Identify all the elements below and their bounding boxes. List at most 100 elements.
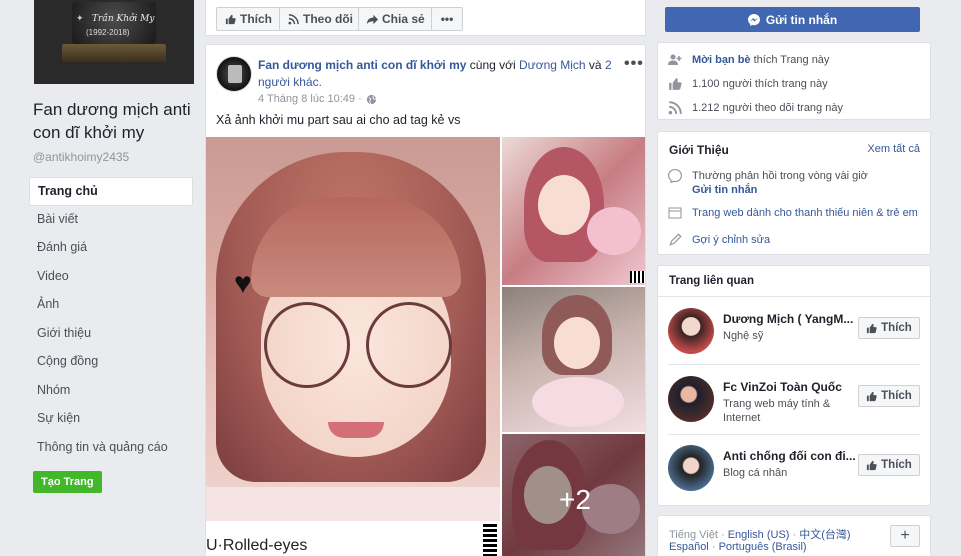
post-photo-thumb-2[interactable] (502, 287, 645, 432)
thumbs-up-gray-icon (669, 78, 682, 90)
rss-gray-icon (668, 101, 682, 115)
post-photo-thumb-3[interactable]: +2 (502, 434, 645, 556)
related-like-label: Thích (881, 459, 912, 471)
language-link[interactable]: Español (669, 541, 709, 553)
related-page-category: Trang web máy tính & Internet (723, 398, 831, 424)
language-link[interactable]: Português (Brasil) (719, 541, 807, 553)
post-author-avatar[interactable] (216, 56, 252, 92)
language-list-2: Español · Português (Brasil) (669, 541, 807, 553)
nav-item-groups[interactable]: Nhóm (29, 377, 193, 406)
more-dots-icon: ••• (440, 12, 454, 26)
response-time-text: Thường phản hồi trong vòng vài giờ (692, 170, 868, 182)
page-cover-photo[interactable]: ✦ Trần Khởi My (1992-2018) (34, 0, 194, 84)
post-tagged-link[interactable]: Dương Mịch (519, 58, 586, 72)
suggest-edit-link[interactable]: Gợi ý chỉnh sửa (692, 233, 770, 247)
nav-item-about[interactable]: Giới thiệu (29, 320, 193, 349)
nav-item-info-ads[interactable]: Thông tin và quảng cáo (29, 434, 193, 463)
follows-count-text: 1.212 người theo dõi trang này (692, 102, 843, 114)
more-options-button[interactable]: ••• (431, 7, 463, 31)
post-time-text: 4 Tháng 8 lúc 10:49 · (258, 93, 362, 105)
nav-item-posts[interactable]: Bài viết (29, 206, 193, 235)
nav-item-events[interactable]: Sự kiện (29, 405, 193, 434)
share-button[interactable]: Chia sẻ (358, 7, 434, 31)
about-card: Giới Thiệu Xem tất cả Thường phản hồi tr… (657, 131, 931, 255)
post-author-link[interactable]: Fan dương mịch anti con dĩ khởi my (258, 58, 466, 72)
nav-item-home[interactable]: Trang chủ (29, 177, 193, 206)
category-row: Trang web dành cho thanh thiếu niên & tr… (668, 206, 918, 220)
related-page-name[interactable]: Anti chống đối con đi... (723, 449, 858, 463)
post-and-text: và (585, 58, 605, 72)
related-page-name[interactable]: Dương Mịch ( YangM... (723, 312, 858, 326)
more-photos-overlay[interactable]: +2 (502, 434, 645, 556)
related-page-category: Blog cá nhân (723, 467, 788, 479)
cover-plaque-base (62, 44, 166, 62)
more-languages-button[interactable]: + (890, 525, 920, 547)
language-list-1: Tiếng Việt · English (US) · 中文(台灣) (669, 529, 851, 541)
send-message-button[interactable]: Gửi tin nhắn (665, 7, 920, 32)
thumbs-up-icon (867, 460, 877, 470)
about-see-all-link[interactable]: Xem tất cả (867, 143, 920, 155)
about-send-message-link[interactable]: Gửi tin nhắn (692, 183, 868, 197)
qr-code-icon (483, 522, 497, 556)
send-message-label: Gửi tin nhắn (765, 12, 838, 27)
nav-item-reviews[interactable]: Đánh giá (29, 234, 193, 263)
related-page-name[interactable]: Fc VinZoi Toàn Quốc (723, 380, 858, 394)
invite-friends-row[interactable]: Mời bạn bè thích Trang này (668, 53, 829, 67)
pencil-icon (669, 233, 682, 246)
page-action-bar: Thích Theo dõi Chia sẻ ••• (205, 0, 646, 36)
language-link[interactable]: English (US) (728, 529, 790, 541)
thumbs-up-icon (867, 323, 877, 333)
like-page-button[interactable]: Thích (216, 7, 281, 31)
thumbs-up-icon (867, 391, 877, 401)
page-title[interactable]: Fan dương mịch anti con dĩ khởi my (33, 98, 198, 144)
related-page-item: Dương Mịch ( YangM... Nghệ sỹ Thích (668, 308, 922, 368)
invite-friends-text: thích Trang này (750, 54, 830, 66)
likes-count-row: 1.100 người thích trang này (668, 77, 828, 91)
category-link[interactable]: Trang web dành cho thanh thiếu niên & tr… (692, 206, 918, 220)
page-nav: Trang chủ Bài viết Đánh giá Video Ảnh Gi… (29, 177, 193, 462)
related-page-item: Fc VinZoi Toàn Quốc Trang web máy tính &… (668, 376, 922, 436)
post-options-icon[interactable]: ••• (624, 55, 644, 73)
language-card: Tiếng Việt · English (US) · 中文(台灣) Españ… (657, 515, 931, 556)
create-page-button[interactable]: Tạo Trang (33, 471, 102, 493)
cover-emblem: ✦ (76, 13, 84, 23)
related-page-avatar[interactable] (668, 445, 714, 491)
related-like-label: Thích (881, 322, 912, 334)
nav-item-videos[interactable]: Video (29, 263, 193, 292)
messenger-gray-icon (668, 169, 682, 183)
likes-count-text: 1.100 người thích trang này (692, 78, 828, 90)
post-photo-thumb-1[interactable] (502, 137, 645, 285)
related-page-avatar[interactable] (668, 376, 714, 422)
related-like-label: Thích (881, 390, 912, 402)
cover-dates: (1992-2018) (86, 28, 130, 37)
nav-item-photos[interactable]: Ảnh (29, 291, 193, 320)
post-photo-main[interactable]: ♥ U·Rolled-eyes (206, 137, 500, 556)
photo-caption: U·Rolled-eyes (206, 537, 308, 554)
related-like-button[interactable]: Thích (858, 317, 920, 339)
invite-users-icon (668, 54, 682, 65)
related-page-avatar[interactable] (668, 308, 714, 354)
related-pages-card: Trang liên quan Dương Mịch ( YangM... Ng… (657, 265, 931, 506)
page-stats-card: Mời bạn bè thích Trang này 1.100 người t… (657, 42, 931, 120)
follow-label: Theo dõi (303, 12, 353, 26)
cover-caption: Trần Khởi My (92, 14, 155, 24)
pig-plush (587, 207, 641, 255)
post-with-text: cùng với (466, 58, 519, 72)
related-pages-title: Trang liên quan (669, 275, 754, 287)
related-like-button[interactable]: Thích (858, 454, 920, 476)
post-text: Xả ảnh khởi mu part sau ai cho ad tag kẻ… (216, 113, 461, 127)
follow-button[interactable]: Theo dõi (279, 7, 362, 31)
post-timestamp[interactable]: 4 Tháng 8 lúc 10:49 · (258, 93, 377, 105)
page-handle[interactable]: @antikhoimy2435 (33, 150, 129, 164)
related-like-button[interactable]: Thích (858, 385, 920, 407)
nav-item-community[interactable]: Cộng đồng (29, 348, 193, 377)
browser-window-icon (668, 207, 682, 219)
share-label: Chia sẻ (382, 12, 425, 26)
share-arrow-icon (367, 14, 378, 24)
suggest-edit-row: Gợi ý chỉnh sửa (668, 233, 770, 247)
post-card: Fan dương mịch anti con dĩ khởi my cùng … (205, 44, 646, 556)
invite-friends-link[interactable]: Mời bạn bè (692, 54, 751, 66)
like-page-label: Thích (240, 12, 272, 26)
response-time-row: Thường phản hồi trong vòng vài giờ Gửi t… (668, 169, 868, 197)
language-link[interactable]: 中文(台灣) (799, 529, 850, 541)
